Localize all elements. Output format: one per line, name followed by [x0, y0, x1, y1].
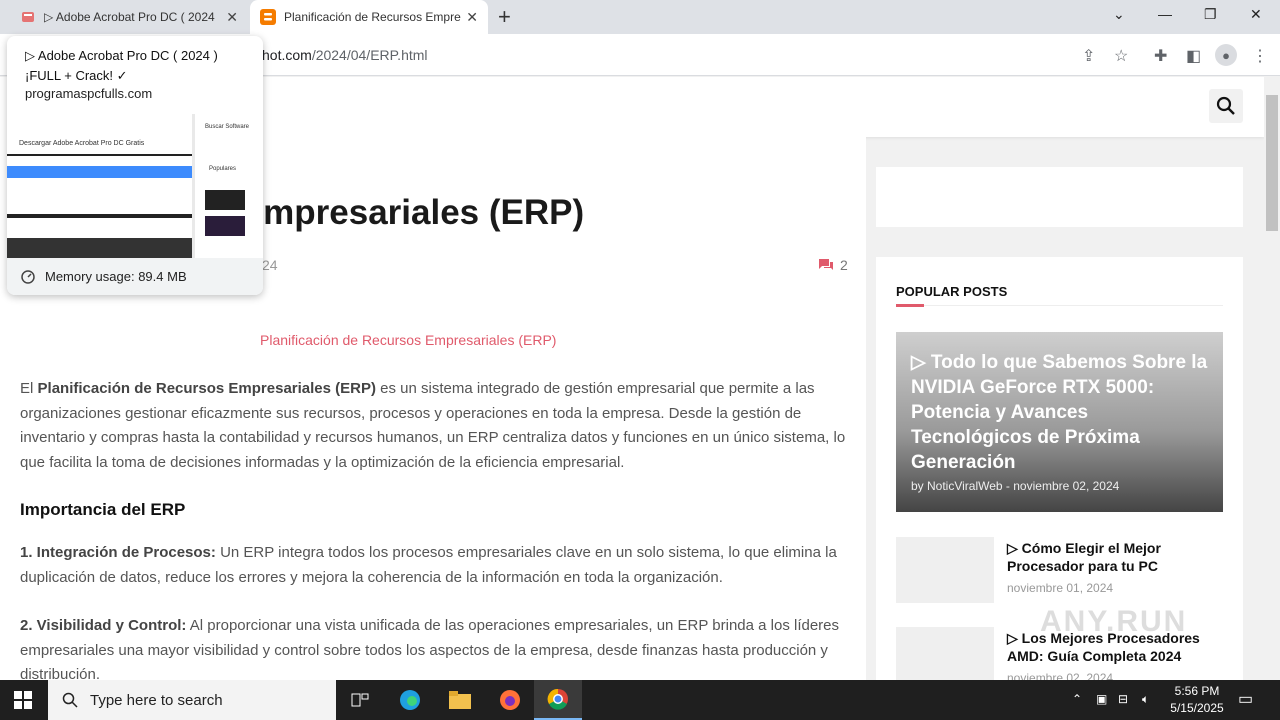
article-image-broken: Planificación de Recursos Empresariales …	[260, 332, 557, 348]
point-2-label: 2. Visibilidad y Control:	[20, 617, 187, 634]
intro-paragraph: El Planificación de Recursos Empresarial…	[20, 377, 850, 475]
thumb-popular-label: Populares	[209, 166, 237, 172]
preview-thumbnail: Descargar Adobe Acrobat Pro DC Gratis Bu…	[7, 114, 263, 258]
thumb-heading: Descargar Adobe Acrobat Pro DC Gratis	[19, 140, 145, 147]
point-1-paragraph: 1. Integración de Procesos: Un ERP integ…	[20, 541, 850, 590]
tab-hover-preview: ▷ Adobe Acrobat Pro DC ( 2024 ) ¡FULL + …	[7, 36, 263, 295]
sidebar-ad-box	[876, 167, 1243, 227]
title-accent	[896, 304, 924, 307]
featured-post[interactable]: ▷ Todo lo que Sabemos Sobre la NVIDIA Ge…	[896, 332, 1223, 512]
page-scrollbar[interactable]	[1264, 77, 1280, 680]
taskbar-search-placeholder: Type here to search	[90, 691, 223, 709]
url-field[interactable]: hot.com/2024/04/ERP.html	[262, 47, 428, 63]
scrollbar-thumb[interactable]	[1266, 95, 1278, 231]
thumb-search-label: Buscar Software	[205, 124, 250, 130]
notification-icon[interactable]: ▭	[1238, 689, 1253, 709]
thumb-side-area: Buscar Software Populares	[195, 114, 263, 258]
blogger-favicon-icon	[260, 9, 276, 25]
task-view-icon[interactable]	[336, 680, 384, 720]
new-tab-button[interactable]: +	[498, 4, 511, 30]
thumb-blue-bar	[7, 166, 192, 178]
tray-device-icon[interactable]: ▣	[1096, 692, 1107, 706]
close-tab-icon[interactable]: ✕	[226, 9, 238, 26]
side-panel-icon[interactable]: ◧	[1186, 46, 1201, 66]
post-thumbnail[interactable]	[896, 627, 994, 680]
post-thumbnail[interactable]	[896, 537, 994, 603]
popular-post-date: noviembre 02, 2024	[1007, 671, 1114, 680]
popular-post-date: noviembre 01, 2024	[1007, 581, 1114, 595]
restore-button[interactable]: ❐	[1204, 6, 1217, 23]
minimize-button[interactable]: —	[1158, 6, 1172, 22]
post-date: 24	[262, 257, 278, 273]
popular-posts-title: POPULAR POSTS	[896, 284, 1008, 299]
url-path: /2024/04/ERP.html	[311, 47, 428, 63]
memory-usage: Memory usage: 89.4 MB	[45, 269, 187, 284]
site-search-button[interactable]	[1209, 89, 1243, 123]
preview-domain: programaspcfulls.com	[25, 86, 153, 101]
clock-date: 5/15/2025	[1170, 701, 1224, 715]
title-divider	[896, 305, 1223, 306]
section-heading: Importancia del ERP	[20, 500, 186, 519]
profile-avatar-icon[interactable]: ●	[1215, 44, 1237, 66]
tray-overflow-icon[interactable]: ⌃	[1072, 692, 1082, 706]
network-icon[interactable]: ⊟	[1118, 692, 1128, 706]
clock-time: 5:56 PM	[1174, 684, 1220, 698]
thumb-divider	[7, 154, 192, 156]
thumb-popular-item	[205, 216, 245, 236]
intro-prefix: El	[20, 380, 38, 397]
search-icon	[1216, 96, 1235, 115]
thumb-image-strip	[7, 238, 192, 258]
chrome-icon[interactable]	[534, 680, 582, 720]
popular-post-title[interactable]: ▷ Cómo Elegir el Mejor Procesador para t…	[1007, 539, 1212, 575]
bookmark-star-icon[interactable]: ☆	[1114, 46, 1128, 66]
tab-title: Planificación de Recursos Empre	[284, 10, 461, 24]
featured-post-title[interactable]: ▷ Todo lo que Sabemos Sobre la NVIDIA Ge…	[911, 350, 1211, 475]
thumb-divider-2	[7, 214, 192, 218]
edge-browser-icon[interactable]	[386, 680, 434, 720]
tab-search-icon[interactable]: ⌄	[1113, 6, 1125, 23]
preview-title: ▷ Adobe Acrobat Pro DC ( 2024 ) ¡FULL + …	[25, 48, 218, 83]
taskbar-search-box[interactable]: Type here to search	[48, 680, 336, 720]
volume-icon[interactable]: 🔈︎	[1142, 692, 1149, 707]
tab-erp-active[interactable]: Planificación de Recursos Empre ✕	[250, 0, 488, 34]
comments-icon	[819, 259, 833, 270]
url-domain: hot.com	[262, 47, 312, 63]
thumb-popular-item	[205, 190, 245, 210]
close-tab-icon[interactable]: ✕	[466, 9, 478, 26]
popular-post-item[interactable]: ▷ Cómo Elegir el Mejor Procesador para t…	[896, 537, 1223, 603]
file-explorer-icon[interactable]	[436, 680, 484, 720]
close-window-button[interactable]: ✕	[1250, 6, 1262, 23]
tab-title: ▷ Adobe Acrobat Pro DC ( 2024	[44, 10, 215, 24]
intro-bold: Planificación de Recursos Empresariales …	[37, 380, 376, 397]
tab-adobe-acrobat[interactable]: ▷ Adobe Acrobat Pro DC ( 2024 ✕	[8, 0, 248, 34]
windows-taskbar: Type here to search ⌃ ▣ ⊟ 🔈︎ 5:56 PM 5/1…	[0, 680, 1280, 720]
preview-footer: Memory usage: 89.4 MB	[7, 258, 263, 295]
menu-kebab-icon[interactable]: ⋮	[1252, 46, 1268, 66]
point-2-paragraph: 2. Visibilidad y Control: Al proporciona…	[20, 614, 850, 680]
search-icon	[62, 692, 78, 708]
anyrun-watermark: ANY.RUN	[1040, 605, 1188, 638]
featured-post-meta: by NoticViralWeb - noviembre 02, 2024	[911, 479, 1120, 493]
thumb-main-area: Descargar Adobe Acrobat Pro DC Gratis	[7, 114, 192, 258]
pdf-favicon-icon	[22, 12, 34, 22]
comment-count: 2	[840, 257, 848, 273]
windows-start-icon[interactable]	[14, 691, 32, 709]
extensions-icon[interactable]: ✚	[1154, 46, 1167, 66]
firefox-icon[interactable]	[486, 680, 534, 720]
share-icon[interactable]: ⇪	[1082, 46, 1095, 66]
taskbar-clock[interactable]: 5:56 PM 5/15/2025	[1162, 683, 1232, 717]
comment-count-link[interactable]: 2	[818, 257, 848, 273]
memory-gauge-icon	[21, 269, 35, 284]
tab-strip: ▷ Adobe Acrobat Pro DC ( 2024 ✕ Planific…	[0, 0, 1280, 34]
point-1-label: 1. Integración de Procesos:	[20, 544, 216, 561]
